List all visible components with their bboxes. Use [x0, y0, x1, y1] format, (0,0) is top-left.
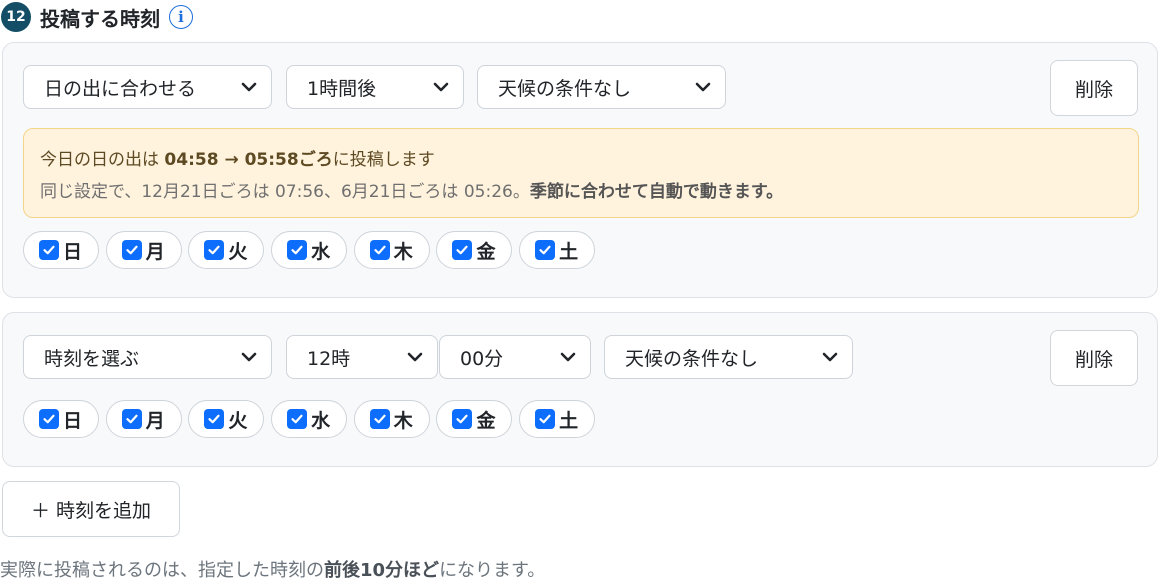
day-label: 土 [559, 409, 579, 432]
section-title: 投稿する時刻 [40, 6, 160, 31]
checkbox-checked-icon[interactable] [39, 409, 59, 429]
footnote-text: になります。 [439, 560, 546, 581]
chevron-down-icon [695, 82, 711, 92]
delete-button[interactable]: 削除 [1050, 330, 1138, 386]
notice-emphasis: 季節に合わせて自動で動きます。 [529, 182, 784, 202]
checkbox-checked-icon[interactable] [204, 240, 225, 260]
day-label: 木 [393, 240, 413, 263]
checkbox-checked-icon[interactable] [121, 240, 142, 260]
base-select[interactable]: 時刻を選ぶ [23, 335, 272, 379]
day-label: 日 [63, 409, 83, 432]
chevron-down-icon [433, 82, 449, 92]
day-label: 月 [145, 409, 165, 432]
notice-line-2: 同じ設定で、12月21日ごろは 07:56、6月21日ごろは 05:26。季節に… [40, 177, 1122, 202]
day-toggle-fri[interactable]: 金 [436, 400, 513, 438]
day-label: 火 [228, 240, 248, 263]
footnote-emphasis: 前後10分ほど [324, 560, 440, 581]
checkbox-checked-icon[interactable] [369, 240, 390, 260]
chevron-down-icon [560, 352, 576, 362]
checkbox-checked-icon[interactable] [287, 240, 308, 260]
day-toggle-sun[interactable]: 日 [23, 400, 99, 438]
sunrise-notice: 今日の日の出は 04:58 → 05:58ごろに投稿します 同じ設定で、12月2… [23, 128, 1139, 218]
day-toggle-sat[interactable]: 土 [519, 231, 596, 269]
day-label: 水 [311, 409, 331, 432]
notice-line-1: 今日の日の出は 04:58 → 05:58ごろに投稿します [40, 145, 1122, 173]
day-toggle-mon[interactable]: 月 [105, 231, 182, 269]
day-toggle-tue[interactable]: 火 [188, 231, 265, 269]
delete-button[interactable]: 削除 [1050, 60, 1138, 116]
add-time-button[interactable]: ＋ 時刻を追加 [2, 481, 180, 537]
day-label: 木 [393, 409, 413, 432]
minute-select-value: 00分 [460, 347, 504, 370]
checkbox-checked-icon[interactable] [535, 409, 556, 429]
day-toggle-thu[interactable]: 木 [353, 400, 430, 438]
chevron-down-icon [241, 352, 257, 362]
checkbox-checked-icon[interactable] [39, 240, 59, 260]
checkbox-checked-icon[interactable] [204, 409, 225, 429]
schedule-card-1: 日の出に合わせる 1時間後 天候の条件なし 削除 今日の日の出は 04:58 →… [2, 42, 1158, 298]
footnote: 実際に投稿されるのは、指定した時刻の前後10分ほどになります。 [0, 556, 545, 582]
weekday-selector: 日 月 火 水 木 金 土 [23, 400, 602, 438]
day-toggle-wed[interactable]: 水 [271, 231, 348, 269]
schedule-card-2: 時刻を選ぶ 12時 00分 天候の条件なし 削除 日 月 火 水 木 金 土 [2, 312, 1158, 467]
chevron-down-icon [822, 352, 838, 362]
day-label: 水 [311, 240, 331, 263]
day-toggle-wed[interactable]: 水 [271, 400, 348, 438]
day-toggle-mon[interactable]: 月 [105, 400, 182, 438]
checkbox-checked-icon[interactable] [452, 240, 473, 260]
day-toggle-fri[interactable]: 金 [436, 231, 513, 269]
checkbox-checked-icon[interactable] [452, 409, 473, 429]
day-toggle-tue[interactable]: 火 [188, 400, 265, 438]
chevron-down-icon [241, 82, 257, 92]
weather-select-value: 天候の条件なし [625, 347, 759, 370]
footnote-text: 実際に投稿されるのは、指定した時刻の [0, 560, 324, 581]
day-label: 金 [476, 240, 496, 263]
day-label: 日 [63, 240, 83, 263]
step-number-badge: 12 [1, 2, 31, 32]
notice-text: に投稿します [332, 150, 435, 170]
info-icon[interactable]: i [169, 5, 193, 29]
day-label: 金 [476, 409, 496, 432]
day-toggle-sun[interactable]: 日 [23, 231, 99, 269]
notice-text: 同じ設定で、12月21日ごろは 07:56、6月21日ごろは 05:26。 [40, 182, 530, 202]
checkbox-checked-icon[interactable] [121, 409, 142, 429]
offset-select-value: 1時間後 [307, 77, 377, 100]
base-select-value: 日の出に合わせる [44, 77, 197, 100]
base-select-value: 時刻を選ぶ [44, 347, 140, 370]
chevron-down-icon [407, 352, 423, 362]
weather-select-value: 天候の条件なし [498, 77, 632, 100]
day-label: 火 [228, 409, 248, 432]
minute-select[interactable]: 00分 [439, 335, 591, 379]
day-toggle-sat[interactable]: 土 [519, 400, 596, 438]
checkbox-checked-icon[interactable] [535, 240, 556, 260]
checkbox-checked-icon[interactable] [369, 409, 390, 429]
day-label: 土 [559, 240, 579, 263]
offset-select[interactable]: 1時間後 [286, 65, 464, 109]
weather-select[interactable]: 天候の条件なし [604, 335, 853, 379]
notice-time-range: 04:58 → 05:58ごろ [164, 150, 333, 170]
hour-select[interactable]: 12時 [286, 335, 438, 379]
notice-text: 今日の日の出は [40, 150, 165, 170]
checkbox-checked-icon[interactable] [287, 409, 308, 429]
base-select[interactable]: 日の出に合わせる [23, 65, 272, 109]
hour-select-value: 12時 [307, 347, 351, 370]
weekday-selector: 日 月 火 水 木 金 土 [23, 231, 602, 269]
day-toggle-thu[interactable]: 木 [353, 231, 430, 269]
weather-select[interactable]: 天候の条件なし [477, 65, 726, 109]
day-label: 月 [145, 240, 165, 263]
section-header: 12 投稿する時刻 i [0, 0, 193, 34]
